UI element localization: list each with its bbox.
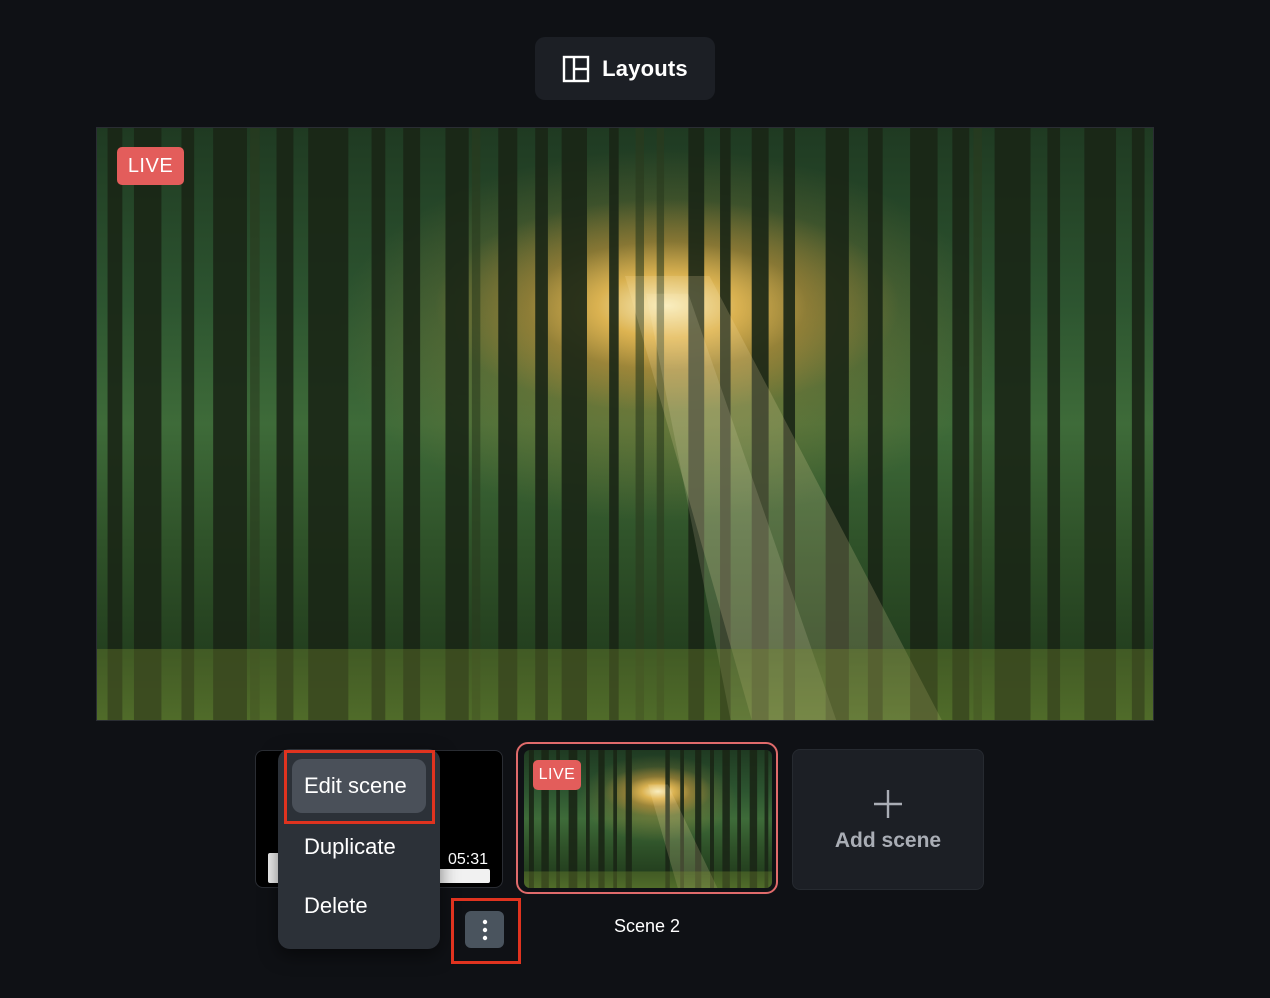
layout-icon: [562, 55, 590, 82]
menu-item-duplicate[interactable]: Duplicate: [292, 820, 426, 874]
scene-1-timer: 05:31: [447, 851, 488, 868]
layouts-button[interactable]: Layouts: [535, 37, 715, 100]
layouts-label: Layouts: [602, 55, 688, 81]
more-vertical-icon: [482, 919, 487, 940]
scene-2-label: Scene 2: [613, 916, 681, 936]
scene-1-overlay-right: [436, 869, 490, 883]
scene-context-menu: Edit scene Duplicate Delete: [278, 749, 440, 949]
add-scene-label: Add scene: [834, 828, 942, 852]
menu-item-edit-scene[interactable]: Edit scene: [292, 759, 426, 813]
scene-editor: Layouts LIVE 05:31 LIVE Scene 2 Add scen…: [0, 0, 1270, 998]
live-preview: [96, 127, 1154, 721]
menu-item-delete[interactable]: Delete: [292, 879, 426, 933]
live-badge: LIVE: [117, 147, 184, 185]
forest-image: [97, 128, 1153, 720]
add-scene-button[interactable]: Add scene: [792, 749, 984, 890]
plus-icon: [874, 789, 902, 818]
more-options-button[interactable]: [465, 911, 504, 948]
scene-2-live-badge: LIVE: [533, 760, 581, 790]
